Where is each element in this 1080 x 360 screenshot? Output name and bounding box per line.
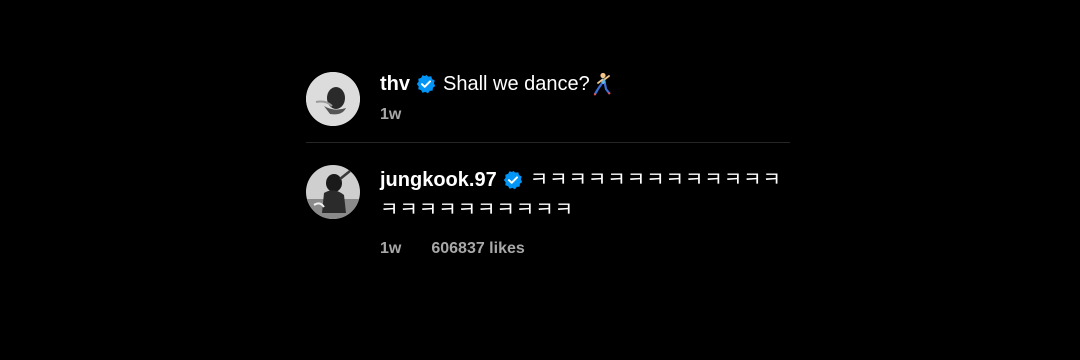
comment-line: jungkook.97 ㅋㅋㅋㅋㅋㅋㅋㅋㅋㅋㅋㅋㅋ — [380, 165, 790, 195]
comment-meta: 1w 606837 likes — [380, 239, 790, 259]
caption-text: Shall we dance? — [443, 73, 590, 95]
comment-content: jungkook.97 ㅋㅋㅋㅋㅋㅋㅋㅋㅋㅋㅋㅋㅋ ㅋㅋㅋㅋㅋㅋㅋㅋㅋㅋ 1w … — [380, 165, 790, 259]
comment-likes[interactable]: 606837 likes — [431, 239, 524, 259]
avatar-jungkook[interactable] — [306, 165, 360, 219]
comment-text-line2: ㅋㅋㅋㅋㅋㅋㅋㅋㅋㅋ — [380, 199, 574, 221]
caption-timestamp[interactable]: 1w — [380, 105, 401, 125]
comment-timestamp[interactable]: 1w — [380, 239, 401, 259]
dancer-emoji-icon — [592, 72, 612, 96]
divider — [306, 142, 790, 143]
username-thv[interactable]: thv — [380, 72, 410, 96]
comment-row: jungkook.97 ㅋㅋㅋㅋㅋㅋㅋㅋㅋㅋㅋㅋㅋ ㅋㅋㅋㅋㅋㅋㅋㅋㅋㅋ 1w … — [306, 165, 790, 259]
avatar-image — [306, 165, 360, 219]
caption-content: thv Shall we dance? 1w — [380, 72, 790, 125]
username-jungkook[interactable]: jungkook.97 — [380, 165, 497, 195]
caption-meta: 1w — [380, 105, 790, 125]
caption-line: thv Shall we dance? — [380, 72, 790, 96]
comment-thread: thv Shall we dance? 1w jungkook.97 ㅋㅋㅋㅋㅋ… — [306, 72, 790, 259]
verified-badge-icon — [416, 74, 436, 94]
avatar-image — [306, 72, 360, 126]
comment-text-line1: ㅋㅋㅋㅋㅋㅋㅋㅋㅋㅋㅋㅋㅋ — [529, 169, 782, 191]
caption-row: thv Shall we dance? 1w — [306, 72, 790, 142]
verified-badge-icon — [503, 170, 523, 190]
avatar-thv[interactable] — [306, 72, 360, 126]
